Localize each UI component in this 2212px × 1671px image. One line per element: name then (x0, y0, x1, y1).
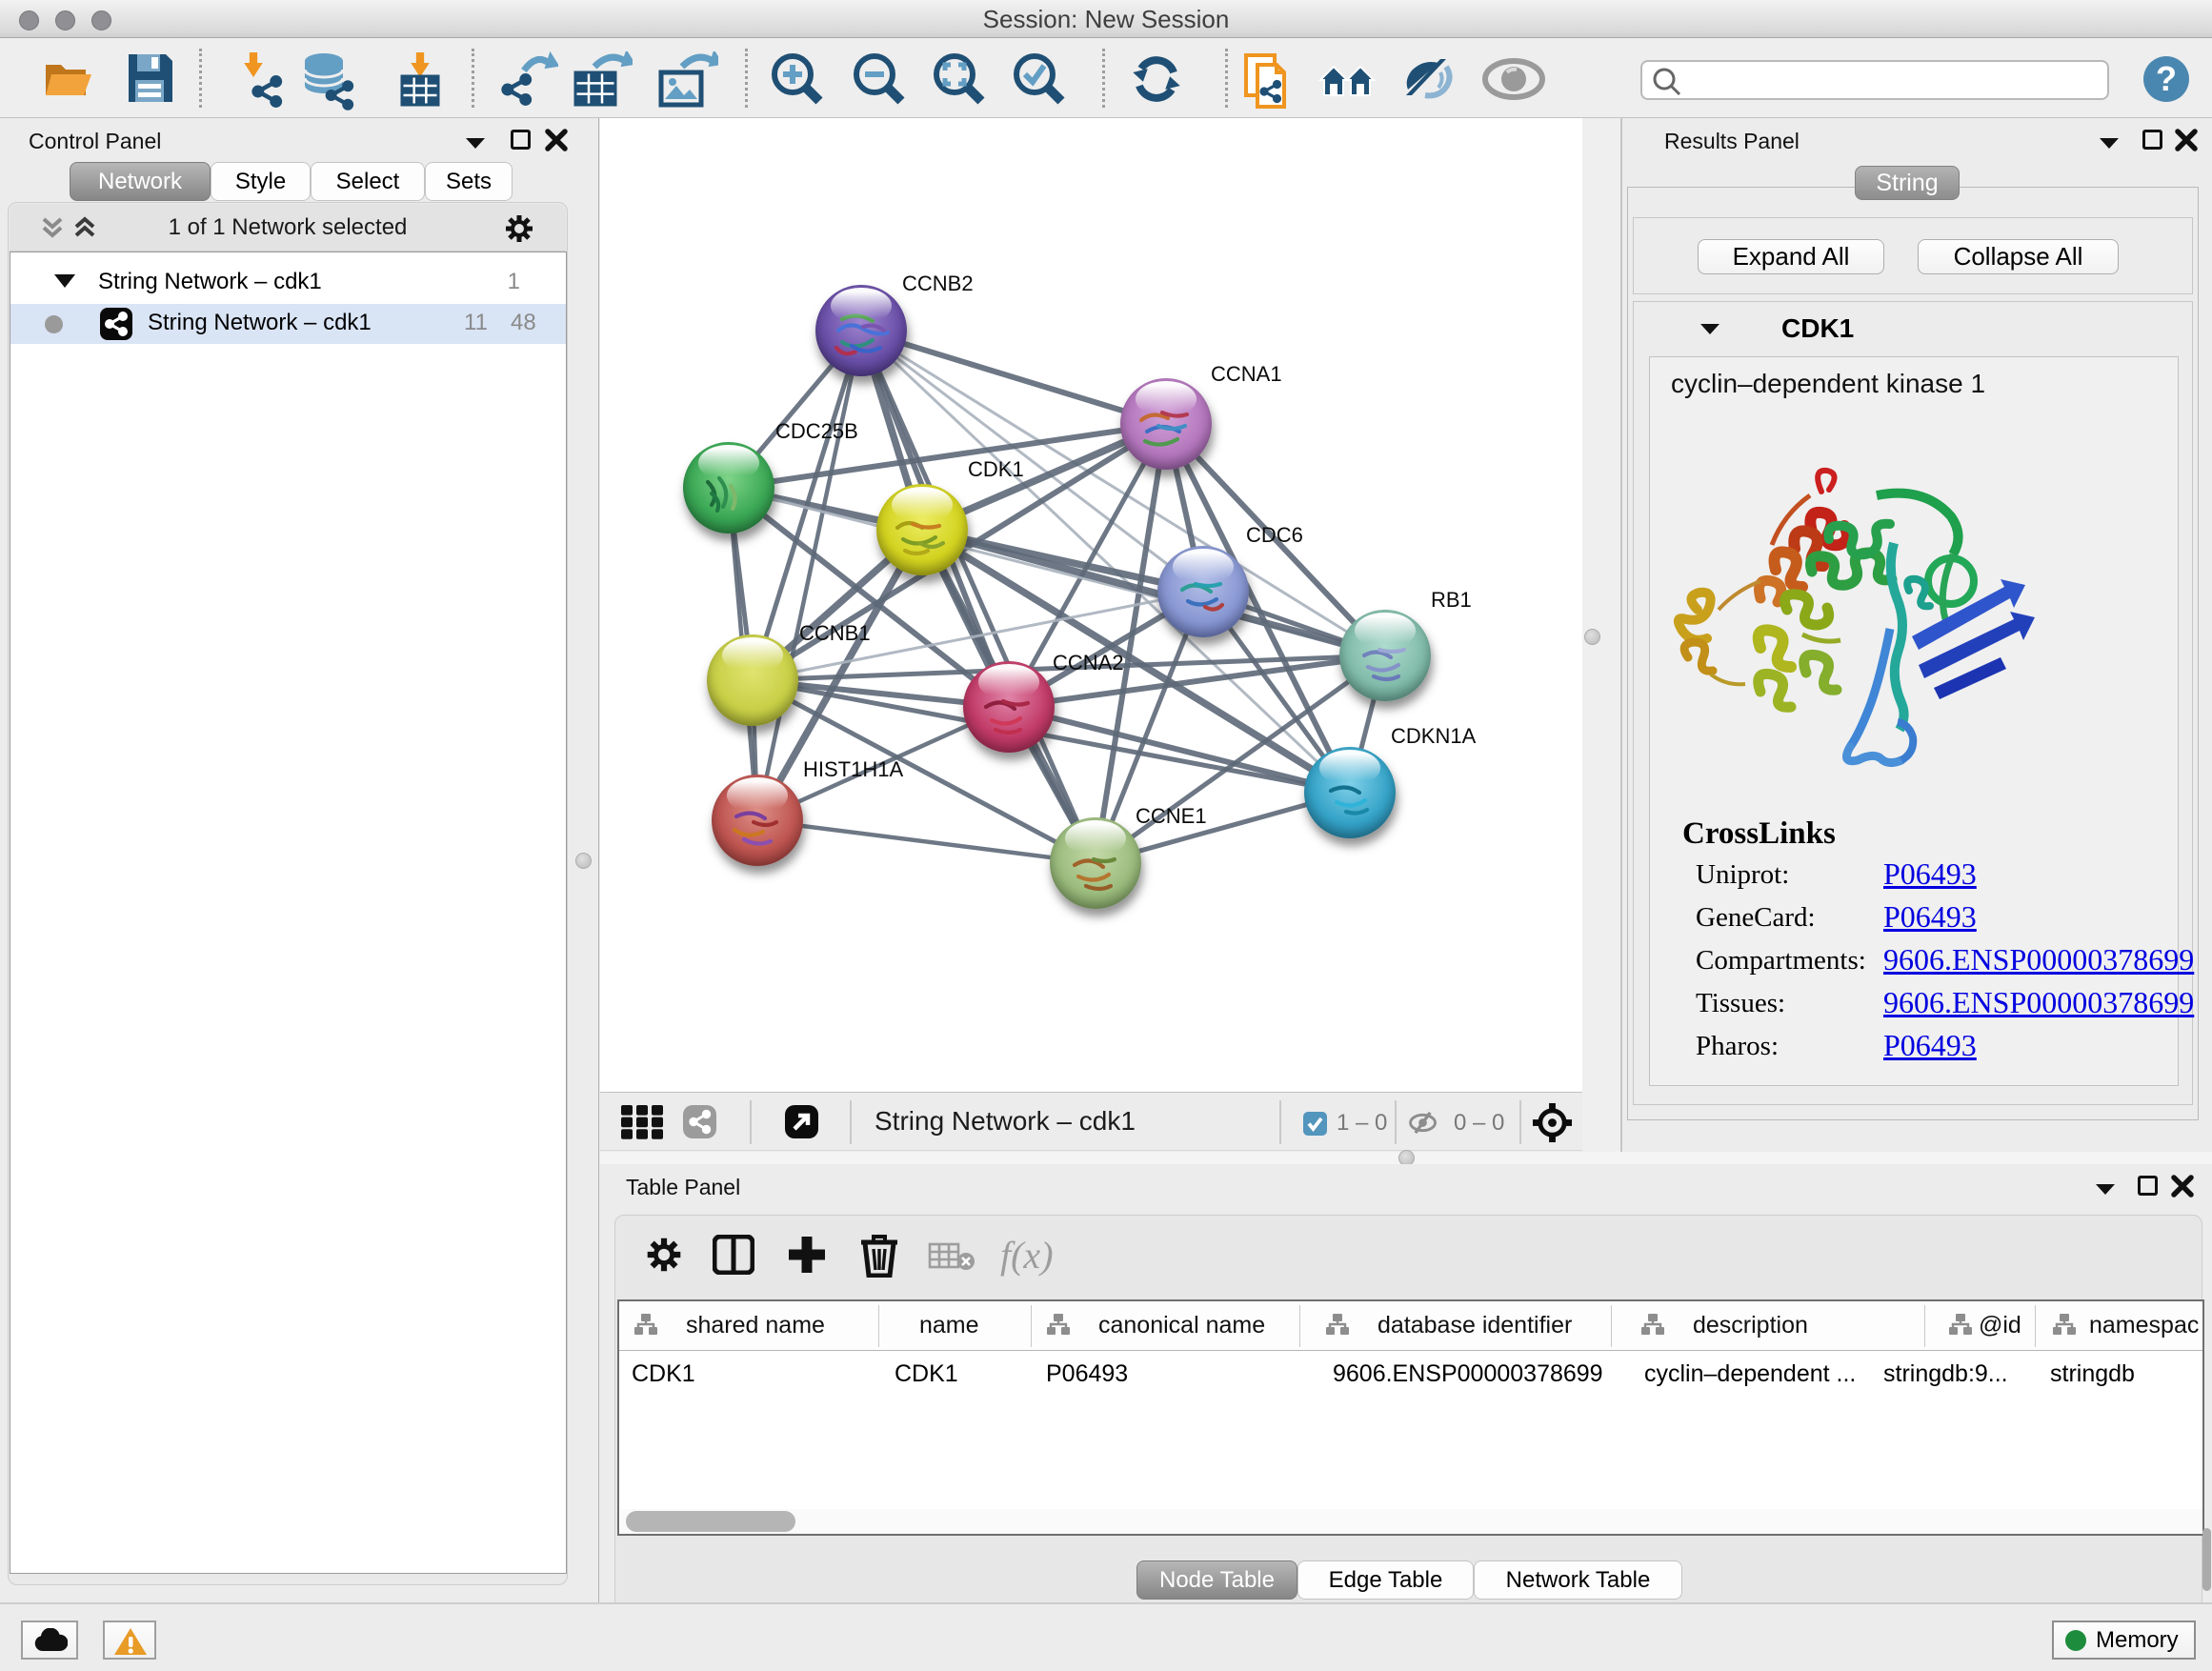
svg-text:?: ? (2156, 59, 2177, 98)
